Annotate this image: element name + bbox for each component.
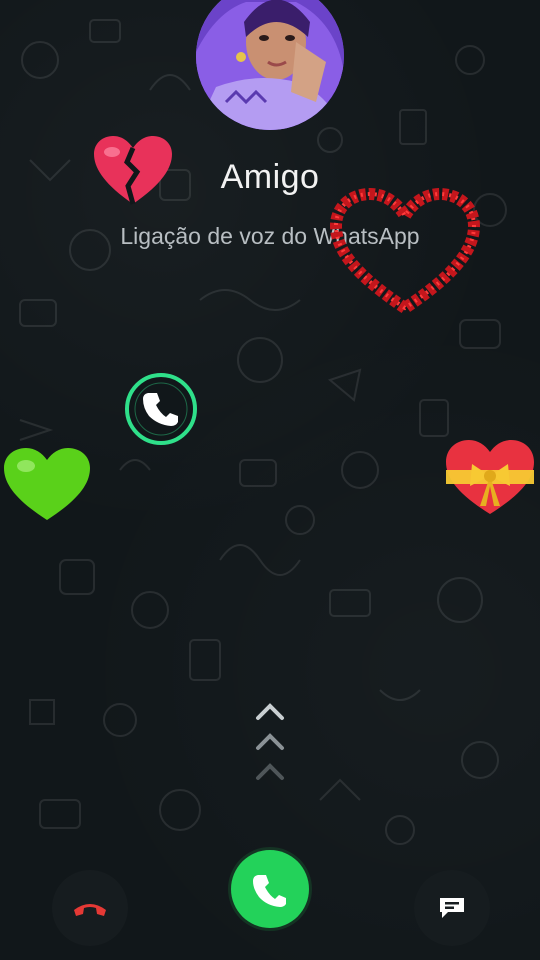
phone-icon[interactable] [124,372,198,446]
green-heart-icon [4,448,90,520]
rose-heart-icon [330,188,480,316]
heart-with-ribbon-icon [446,440,534,514]
chevron-up-icon [256,703,284,780]
answer-call-button[interactable] [231,850,309,928]
phone-hangup-icon [74,904,106,916]
reply-message-button[interactable] [414,870,490,946]
incoming-call-screen: Amigo Ligação de voz do WhatsApp [0,0,540,960]
decline-call-button[interactable] [52,870,128,946]
message-icon [440,898,464,918]
phone-icon [253,875,286,907]
caller-avatar [196,0,344,130]
